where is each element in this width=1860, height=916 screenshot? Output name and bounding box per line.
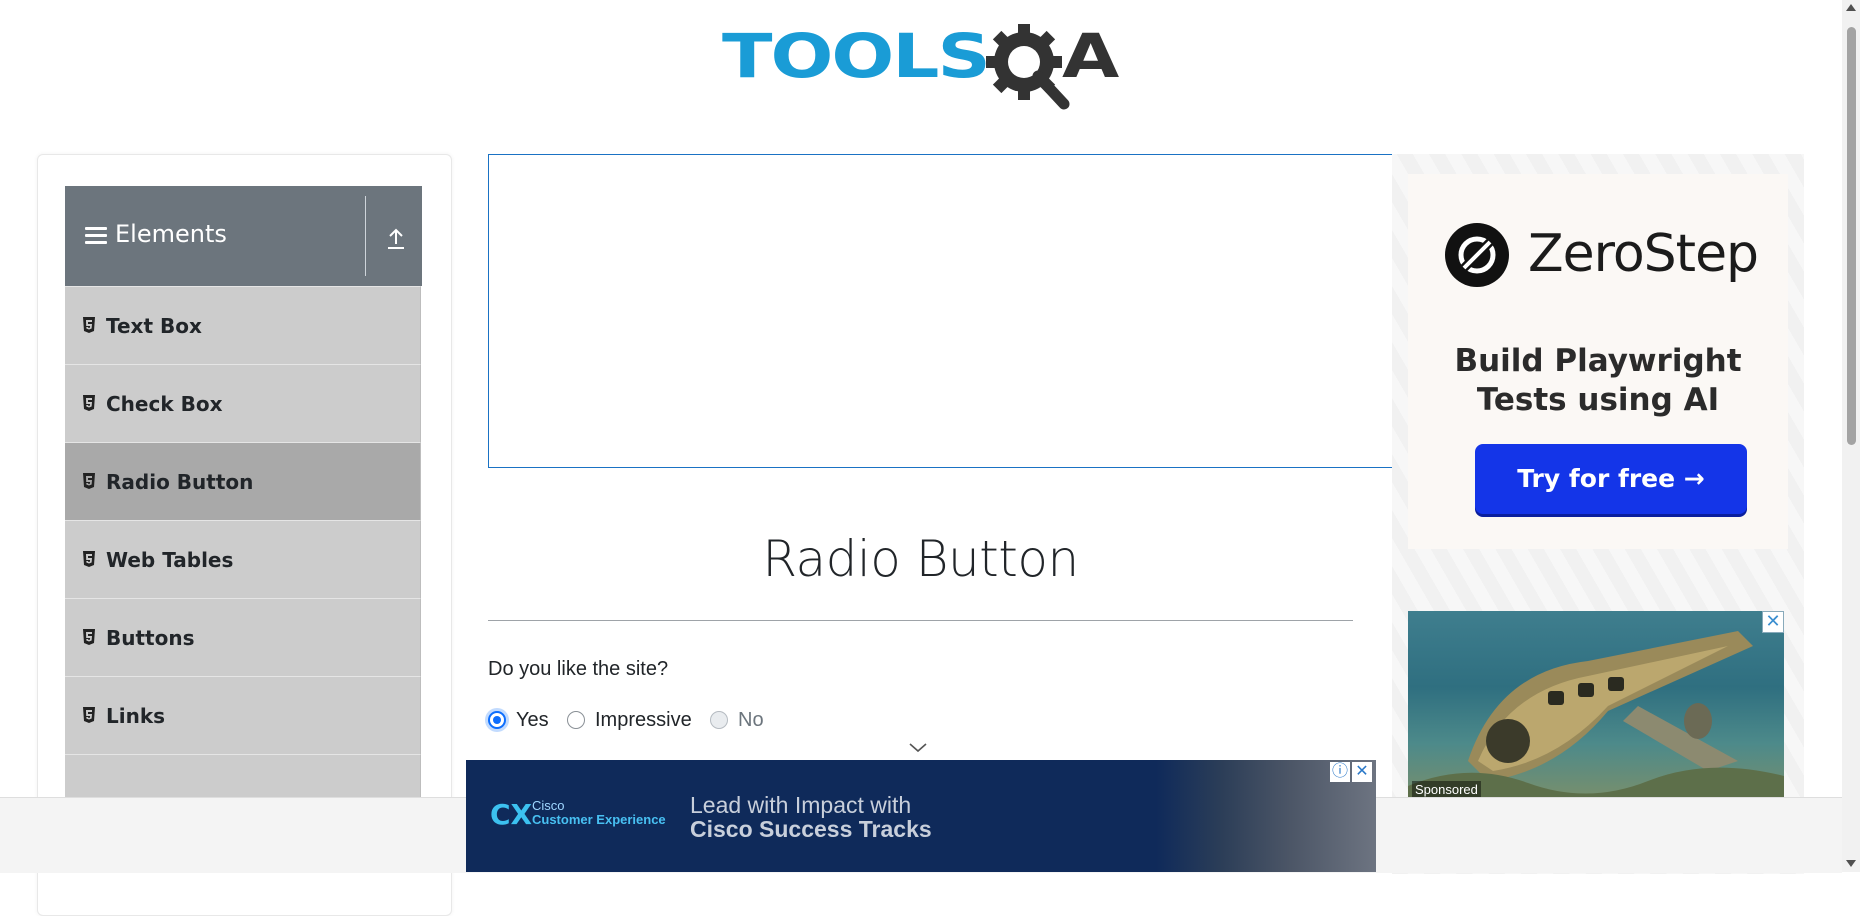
title-divider	[488, 620, 1353, 621]
chevron-down-icon[interactable]	[907, 741, 929, 755]
radio-impressive-input[interactable]	[567, 711, 585, 729]
radio-no-input	[710, 711, 728, 729]
cisco-headline-line1: Lead with Impact with	[690, 792, 912, 818]
html5-icon	[83, 395, 95, 411]
sidebar-item-buttons[interactable]: Buttons	[65, 598, 421, 678]
sidebar-item-label: Buttons	[106, 626, 195, 650]
radio-yes-input[interactable]	[488, 711, 506, 729]
try-for-free-button[interactable]: Try for free →	[1475, 444, 1747, 514]
right-ad-column: ZeroStep Build Playwright Tests using AI…	[1392, 154, 1804, 874]
sidebar-item-label: Text Box	[106, 314, 202, 338]
zerostep-headline: Build Playwright Tests using AI	[1408, 342, 1788, 420]
sidebar-item-label: Links	[106, 704, 166, 728]
close-icon[interactable]: ✕	[1762, 611, 1784, 633]
upload-arrow-icon[interactable]	[381, 224, 411, 254]
sidebar-item-label: Radio Button	[106, 470, 254, 494]
zerostep-ad[interactable]: ZeroStep Build Playwright Tests using AI…	[1408, 174, 1788, 549]
sidebar-item-links[interactable]: Links	[65, 676, 421, 756]
zerostep-headline-line2: Tests using AI	[1476, 382, 1720, 418]
logo-suffix: A	[1062, 21, 1120, 92]
hamburger-icon	[85, 227, 107, 248]
info-icon[interactable]: ⓘ	[1330, 762, 1350, 782]
header-divider	[365, 196, 366, 276]
radio-yes-label[interactable]: Yes	[516, 709, 549, 732]
top-ad-frame[interactable]	[488, 154, 1394, 468]
sidebar-item-check-box[interactable]: Check Box	[65, 364, 421, 444]
cisco-headline-line2: Cisco Success Tracks	[690, 816, 932, 842]
ad-controls: ⓘ ✕	[1330, 762, 1372, 782]
scroll-down-arrow-icon[interactable]	[1846, 860, 1856, 867]
question-text: Do you like the site?	[488, 658, 669, 680]
sidebar-item-web-tables[interactable]: Web Tables	[65, 520, 421, 600]
radio-no-label: No	[738, 708, 764, 731]
sidebar-item-label: Web Tables	[106, 548, 234, 572]
radio-no: No	[710, 706, 764, 734]
plane-ad[interactable]: ✕ Sponsored	[1408, 611, 1784, 801]
html5-icon	[83, 551, 95, 567]
group-title: Elements	[115, 220, 227, 248]
zerostep-brand: ZeroStep	[1528, 224, 1759, 284]
radio-impressive-label[interactable]: Impressive	[595, 709, 692, 732]
scroll-thumb[interactable]	[1847, 27, 1856, 445]
radio-impressive[interactable]: Impressive	[567, 706, 692, 734]
page-title: Radio Button	[762, 530, 1079, 588]
cisco-sub2: Customer Experience	[532, 812, 666, 827]
cisco-sub1: Cisco	[532, 798, 565, 813]
zerostep-logo-icon	[1445, 223, 1509, 287]
html5-icon	[83, 473, 95, 489]
html5-icon	[83, 317, 95, 333]
sidebar-item-radio-button[interactable]: Radio Button	[65, 442, 421, 522]
cisco-ad[interactable]: CX Cisco Customer Experience Lead with I…	[466, 760, 1376, 872]
plane-wreck-image	[1408, 631, 1784, 801]
sponsored-label: Sponsored	[1412, 781, 1481, 798]
sidebar-item-label: Check Box	[106, 392, 223, 416]
cisco-cx-logo: CX	[490, 798, 533, 831]
html5-icon	[83, 629, 95, 645]
scroll-up-arrow-icon[interactable]	[1846, 4, 1856, 11]
logo-text: TOOLS	[722, 21, 991, 92]
toolsqa-logo[interactable]: TOOLS A	[722, 18, 1127, 114]
elements-group-header[interactable]: Elements	[65, 186, 422, 286]
radio-yes[interactable]: Yes	[488, 706, 549, 734]
zerostep-headline-line1: Build Playwright	[1454, 343, 1742, 379]
close-icon[interactable]: ✕	[1352, 762, 1372, 782]
sidebar-item-text-box[interactable]: Text Box	[65, 286, 421, 366]
vertical-scrollbar[interactable]	[1842, 0, 1860, 872]
html5-icon	[83, 707, 95, 723]
